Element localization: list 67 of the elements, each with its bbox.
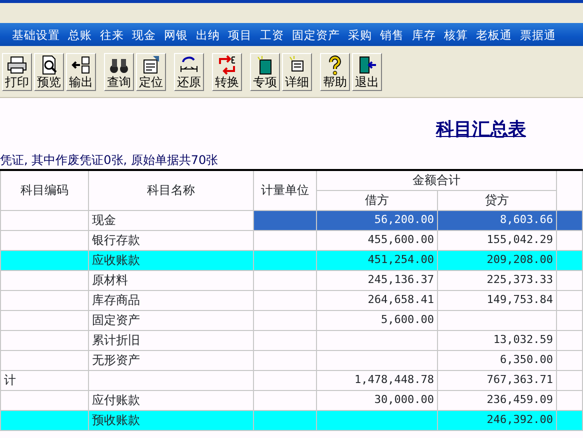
table-cell: 应收账款 [88,250,254,270]
menu-item[interactable]: 出纳 [196,26,220,42]
toolbar-button[interactable]: 输出 [66,52,96,90]
table-cell: 现金 [88,210,254,230]
table-cell: 155,042.29 [438,230,556,250]
table-cell: 236,459.09 [438,390,556,410]
toolbar-button[interactable]: 定位 [136,52,166,90]
table-cell: 1,478,448.78 [316,370,438,390]
table-cell: 无形资产 [88,350,254,370]
output-icon [71,54,91,74]
report-summary: 凭证, 其中作废凭证0张, 原始单据共70张 [0,153,218,167]
table-cell: 5,600.00 [316,310,438,330]
toolbar-button[interactable]: 打印 [2,52,32,90]
document-icon [141,54,161,74]
table-cell: 6,350.00 [438,350,556,370]
menu-item[interactable]: 总账 [68,26,92,42]
table-cell: 264,658.41 [316,290,438,310]
column-header: 科目编码 [0,170,88,210]
menu-item[interactable]: 固定资产 [292,26,340,42]
menu-item[interactable]: 老板通 [476,26,512,42]
exit-door-icon [357,54,377,74]
table-cell: 149,753.84 [438,290,556,310]
table-cell: 预收账款 [88,410,254,430]
table-cell: 30,000.00 [316,390,438,410]
column-group-header: 金额合计 [316,170,556,190]
menu-item[interactable]: 项目 [228,26,252,42]
table-cell: 225,373.33 [438,270,556,290]
toolbar-button[interactable]: 预览 [34,52,64,90]
toolbar-button[interactable]: 退出 [352,52,382,90]
report-title: 科目汇总表 [436,118,526,142]
toolbar-button[interactable]: 转换 [212,52,242,90]
menu-item[interactable]: 现金 [132,26,156,42]
table-cell: 13,032.59 [438,330,556,350]
arrows-icon [179,54,199,74]
printer-icon [7,54,27,74]
table-cell: 246,392.00 [438,410,556,430]
table-cell: 56,200.00 [316,210,438,230]
menu-item[interactable]: 往来 [100,26,124,42]
column-header: 借方 [316,190,438,210]
menu-item[interactable]: 销售 [380,26,404,42]
table-cell: 8,603.66 [438,210,556,230]
toolbar-button[interactable]: 查询 [104,52,134,90]
menu-item[interactable]: 基础设置 [12,26,60,42]
menu-item[interactable]: 工资 [260,26,284,42]
toolbar-button[interactable]: 帮助 [320,52,350,90]
table-cell: 固定资产 [88,310,254,330]
menu-item[interactable]: 票据通 [520,26,556,42]
menu-item[interactable]: 网银 [164,26,188,42]
table-cell: 库存商品 [88,290,254,310]
table-cell: 245,136.37 [316,270,438,290]
menu-item[interactable]: 库存 [412,26,436,42]
table-cell: 209,208.00 [438,250,556,270]
column-header: 科目名称 [88,170,254,210]
toolbar-button[interactable]: 还原 [174,52,204,90]
table-cell: 767,363.71 [438,370,556,390]
table-cell: 451,254.00 [316,250,438,270]
table-cell: 455,600.00 [316,230,438,250]
table-cell: 应付账款 [88,390,254,410]
menu-item[interactable]: 核算 [444,26,468,42]
menu-item[interactable]: 采购 [348,26,372,42]
toolbar-button[interactable]: 专项 [250,52,280,90]
convert-icon [217,54,237,74]
table-cell: 原材料 [88,270,254,290]
table-cell: 计 [0,370,88,390]
table-cell: 累计折旧 [88,330,254,350]
toolbar-button[interactable]: 详细 [282,52,312,90]
table-cell: 银行存款 [88,230,254,250]
